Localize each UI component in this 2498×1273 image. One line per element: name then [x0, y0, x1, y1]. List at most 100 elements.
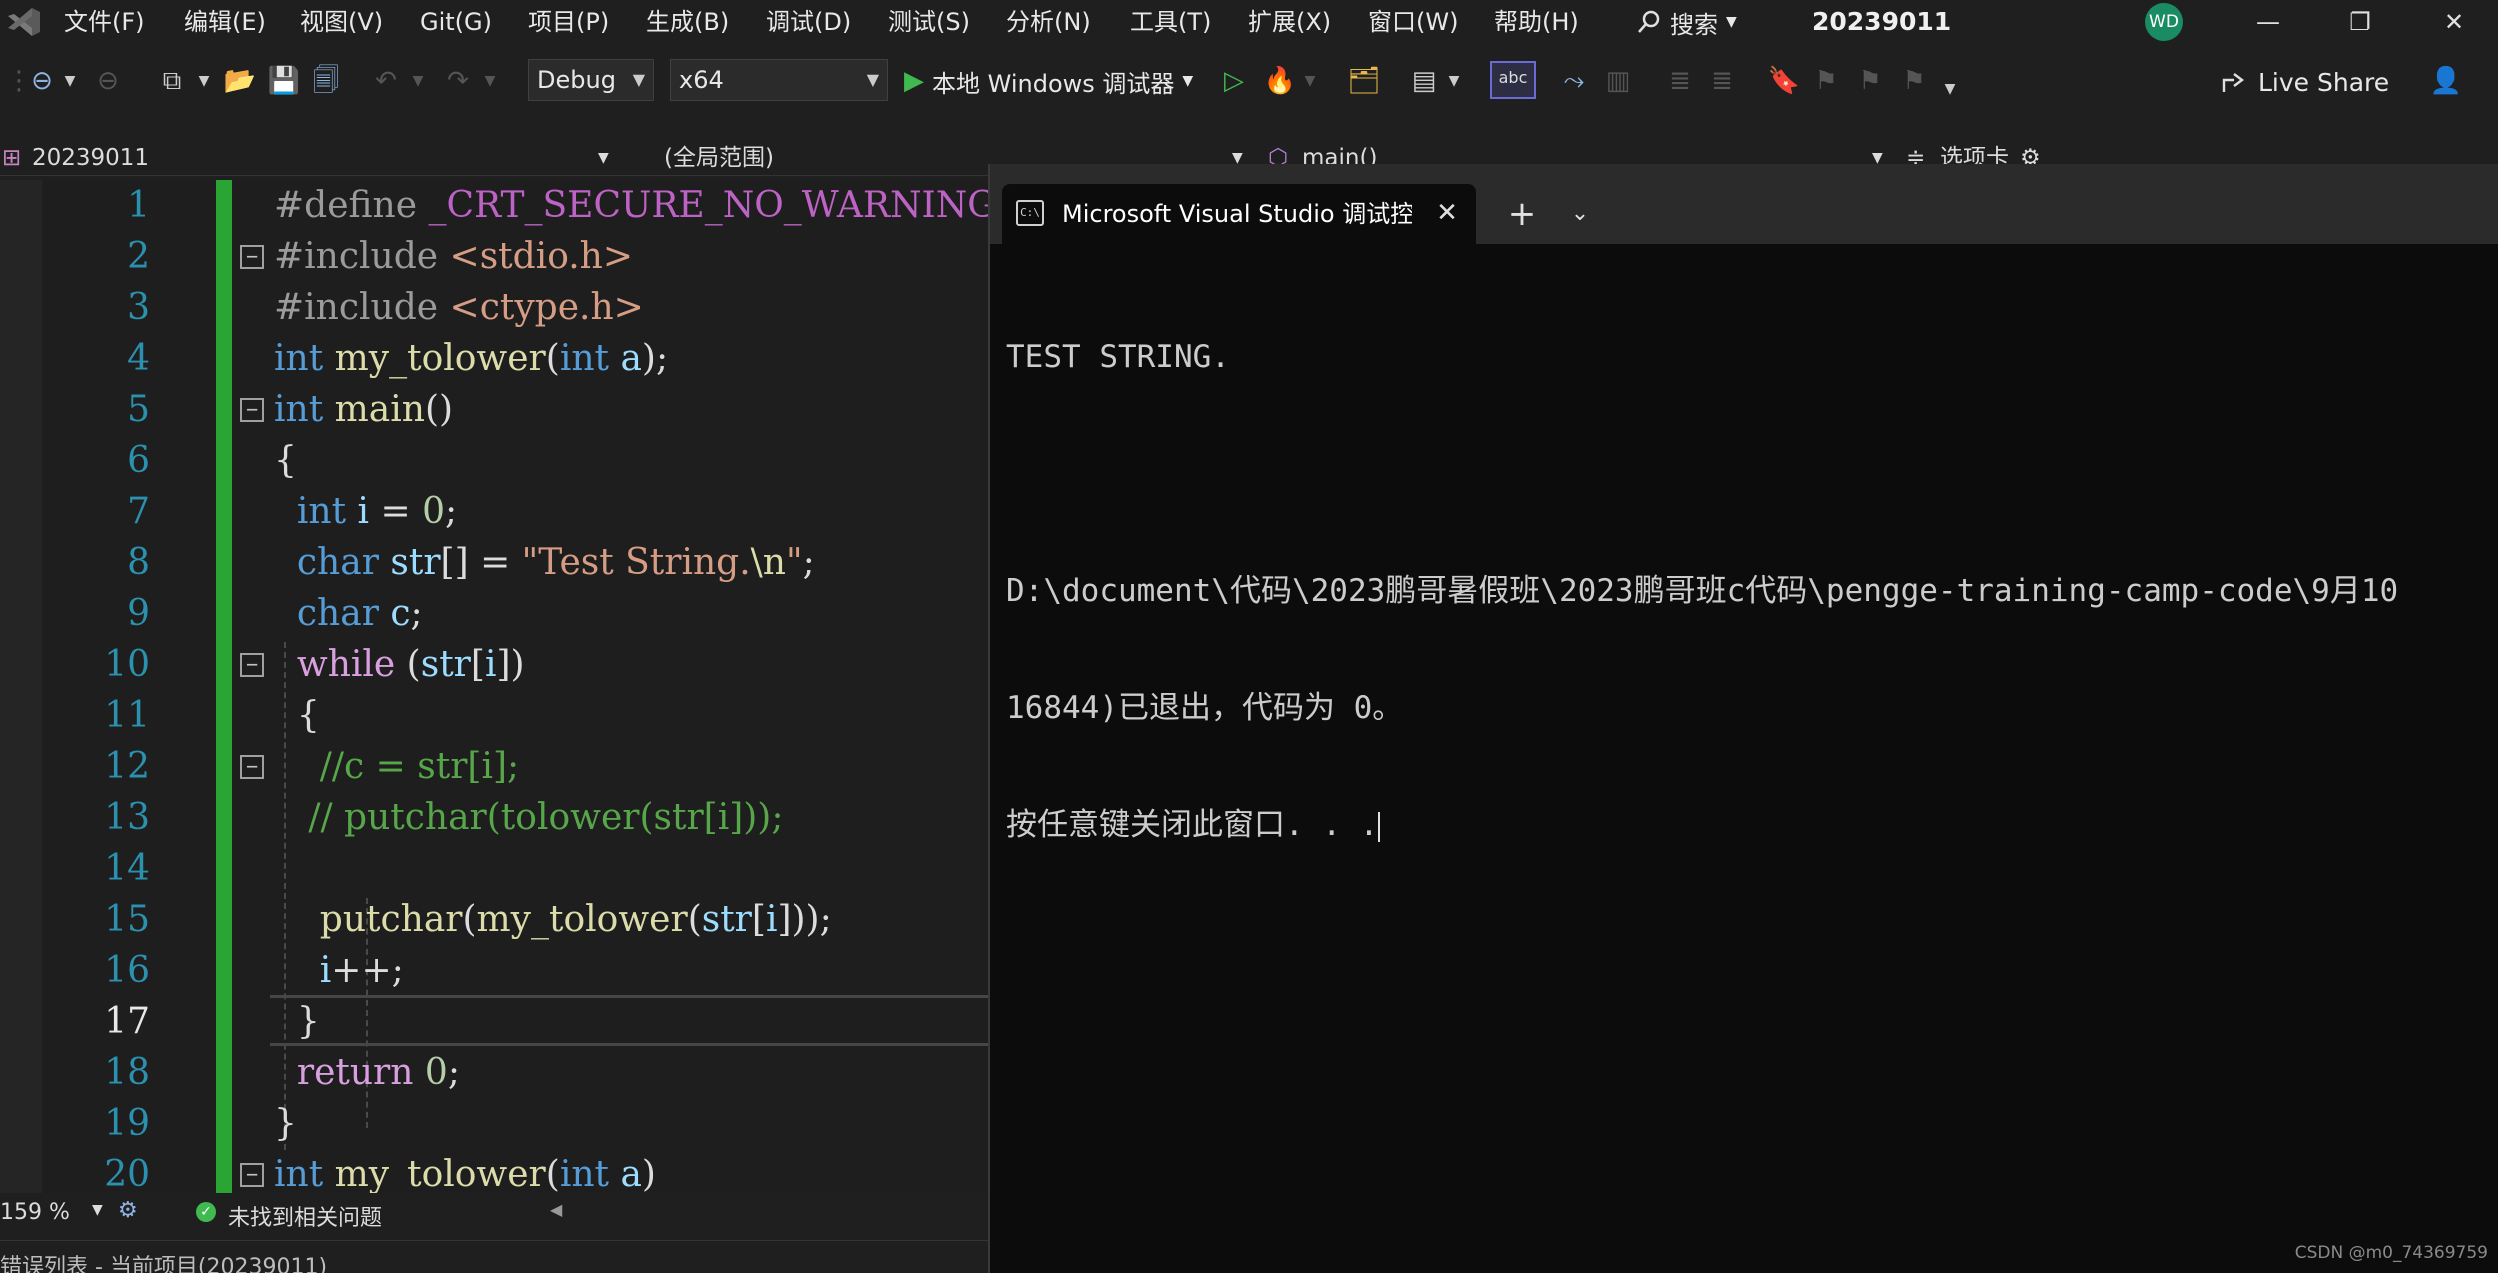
undo-icon[interactable]: ↶: [368, 64, 404, 98]
new-tab-icon[interactable]: +: [1502, 194, 1542, 234]
collapse-icon[interactable]: −: [240, 398, 264, 422]
zoom-dropdown[interactable]: 159 %: [0, 1200, 70, 1225]
new-item-icon[interactable]: ⧉: [154, 64, 190, 98]
code-line[interactable]: 11 {: [0, 690, 990, 741]
collapse-icon[interactable]: −: [240, 1163, 264, 1187]
code-line[interactable]: 4 int my_tolower(int a);: [0, 333, 990, 384]
menu-git[interactable]: Git(G): [420, 6, 492, 38]
avatar[interactable]: WD: [2145, 3, 2183, 41]
code-line[interactable]: 20 − int my_tolower(int a): [0, 1149, 990, 1193]
minimize-button[interactable]: —: [2238, 4, 2298, 40]
project-dropdown[interactable]: 20239011: [32, 142, 602, 174]
chevron-down-icon: ▼: [1182, 73, 1194, 89]
start-debugging-button[interactable]: ▶ 本地 Windows 调试器 ▼: [904, 62, 1193, 100]
code-line[interactable]: 9 char c;: [0, 588, 990, 639]
code-line[interactable]: 13 // putchar(tolower(str[i]));: [0, 792, 990, 843]
comment-icon[interactable]: ▥: [1600, 64, 1636, 98]
save-icon[interactable]: 💾: [266, 64, 302, 98]
spell-check-icon[interactable]: abc: [1490, 61, 1536, 99]
hot-reload-dropdown-icon[interactable]: ▼: [1300, 64, 1320, 98]
configuration-select[interactable]: Debug ▼: [528, 59, 654, 101]
back-icon[interactable]: ⊖: [24, 64, 60, 98]
code-line[interactable]: 19 }: [0, 1098, 990, 1149]
solution-explorer-icon[interactable]: 🗂: [1346, 64, 1382, 98]
console-tab[interactable]: C:\ Microsoft Visual Studio 调试控制台 ✕: [1002, 184, 1476, 244]
start-without-debugging-icon[interactable]: ▷: [1216, 64, 1252, 98]
menu-edit[interactable]: 编辑(E): [184, 6, 266, 38]
menu-help[interactable]: 帮助(H): [1494, 6, 1579, 38]
code-line[interactable]: 10 − while (str[i]): [0, 639, 990, 690]
line-number: 17: [104, 1001, 150, 1042]
next-bookmark-icon[interactable]: ⚑: [1852, 64, 1888, 98]
platform-select[interactable]: x64 ▼: [670, 59, 888, 101]
undo-dropdown-icon[interactable]: ▼: [408, 64, 428, 98]
console-tab-bar: C:\ Microsoft Visual Studio 调试控制台 ✕ + ⌄: [990, 164, 2498, 244]
feedback-icon[interactable]: 👤: [2426, 64, 2466, 98]
code-editor[interactable]: 1 #define _CRT_SECURE_NO_WARNINGS 1 2 − …: [0, 180, 990, 1193]
scroll-left-icon[interactable]: ◀: [550, 1200, 562, 1219]
close-tab-icon[interactable]: ✕: [1430, 196, 1464, 230]
code-line[interactable]: 8 char str[] = "Test String.\n";: [0, 537, 990, 588]
toolbar-grip-icon[interactable]: ⋮: [6, 64, 32, 98]
code-line[interactable]: 18 return 0;: [0, 1047, 990, 1098]
intellicode-icon[interactable]: ⚙: [118, 1198, 138, 1223]
chevron-down-icon[interactable]: ▼: [92, 1202, 103, 1218]
error-list-panel-header[interactable]: 错误列表 - 当前项目(20239011): [0, 1240, 990, 1273]
code-line[interactable]: 14: [0, 843, 990, 894]
chevron-down-icon[interactable]: ⌄: [1560, 194, 1600, 234]
code-line[interactable]: 15 putchar(my_tolower(str[i]));: [0, 894, 990, 945]
line-number: 15: [104, 899, 150, 940]
collapse-icon[interactable]: −: [240, 245, 264, 269]
new-item-dropdown-icon[interactable]: ▼: [194, 64, 214, 98]
layout-dropdown-icon[interactable]: ▼: [1444, 64, 1464, 98]
menu-extensions[interactable]: 扩展(X): [1248, 6, 1331, 38]
hot-reload-icon[interactable]: 🔥: [1262, 64, 1298, 98]
indent-icon[interactable]: ≣: [1704, 64, 1740, 98]
menu-analyze[interactable]: 分析(N): [1006, 6, 1091, 38]
close-window-button[interactable]: ✕: [2424, 4, 2484, 40]
code-line[interactable]: 5 − int main(): [0, 384, 990, 435]
redo-dropdown-icon[interactable]: ▼: [480, 64, 500, 98]
prev-bookmark-icon[interactable]: ⚑: [1808, 64, 1844, 98]
menu-tools[interactable]: 工具(T): [1130, 6, 1211, 38]
back-dropdown-icon[interactable]: ▼: [60, 64, 80, 98]
code-line[interactable]: 12 − //c = str[i];: [0, 741, 990, 792]
menu-test[interactable]: 测试(S): [888, 6, 970, 38]
debug-console-window[interactable]: C:\ Microsoft Visual Studio 调试控制台 ✕ + ⌄ …: [988, 164, 2498, 1273]
forward-icon[interactable]: ⊖: [90, 64, 126, 98]
toolbar-overflow-icon[interactable]: ▼: [1940, 72, 1960, 106]
console-output[interactable]: TEST STRING. D:\document\代码\2023鹏哥暑假班\20…: [1006, 260, 2498, 1260]
menu-view[interactable]: 视图(V): [300, 6, 383, 38]
code-line[interactable]: 7 int i = 0;: [0, 486, 990, 537]
code-line[interactable]: 16 i++;: [0, 945, 990, 996]
menu-debug[interactable]: 调试(D): [766, 6, 851, 38]
code-line[interactable]: 1 #define _CRT_SECURE_NO_WARNINGS 1: [0, 180, 990, 231]
restore-button[interactable]: ❐: [2330, 4, 2390, 40]
code-line[interactable]: 2 − #include <stdio.h>: [0, 231, 990, 282]
live-share-button[interactable]: Live Share: [2220, 64, 2389, 100]
search-box[interactable]: 搜索 ▼: [1636, 4, 1737, 40]
menu-file[interactable]: 文件(F): [64, 6, 145, 38]
menu-window[interactable]: 窗口(W): [1368, 6, 1458, 38]
chevron-down-icon[interactable]: ▼: [598, 142, 609, 174]
text-cursor: [1378, 811, 1381, 842]
code-line[interactable]: 6 {: [0, 435, 990, 486]
clear-bookmarks-icon[interactable]: ⚑: [1896, 64, 1932, 98]
collapse-icon[interactable]: −: [240, 755, 264, 779]
redo-icon[interactable]: ↷: [440, 64, 476, 98]
chevron-down-icon: ▼: [632, 70, 645, 89]
open-folder-icon[interactable]: 📂: [222, 64, 258, 98]
code-line[interactable]: 3 #include <ctype.h>: [0, 282, 990, 333]
menu-project[interactable]: 项目(P): [528, 6, 609, 38]
bookmark-icon[interactable]: 🔖: [1766, 64, 1802, 98]
code-text: int my_tolower(int a): [274, 1154, 656, 1193]
menu-build[interactable]: 生成(B): [646, 6, 729, 38]
issues-status[interactable]: 未找到相关问题: [228, 1200, 382, 1232]
step-icon[interactable]: ⤳: [1556, 64, 1592, 98]
code-text: #include <stdio.h>: [274, 236, 634, 277]
collapse-icon[interactable]: −: [240, 653, 264, 677]
outdent-icon[interactable]: ≣: [1662, 64, 1698, 98]
layout-icon[interactable]: ▤: [1406, 64, 1442, 98]
code-line-current[interactable]: 17 }: [0, 996, 990, 1047]
save-all-icon[interactable]: 🗐: [308, 64, 344, 98]
